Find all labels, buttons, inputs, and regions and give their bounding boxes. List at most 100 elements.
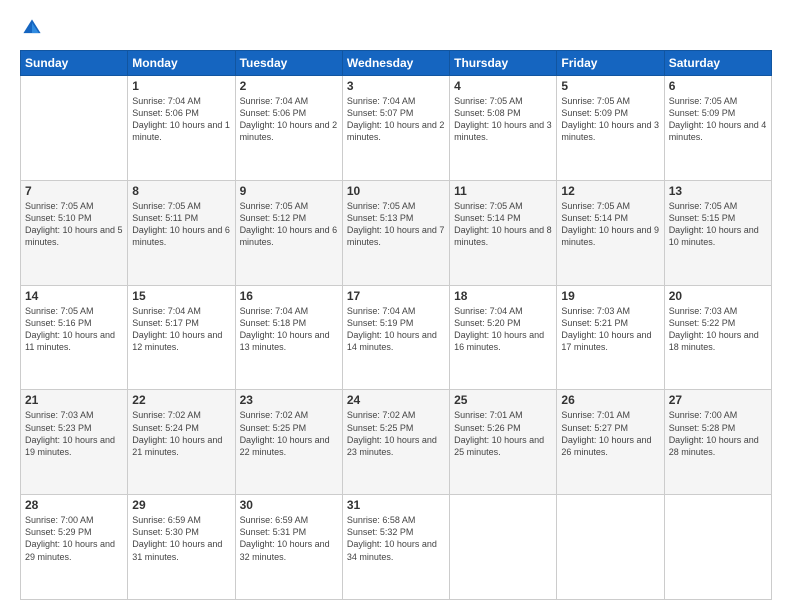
day-detail: Sunrise: 7:04 AMSunset: 5:06 PMDaylight:… <box>132 95 230 144</box>
calendar-cell: 29 Sunrise: 6:59 AMSunset: 5:30 PMDayligh… <box>128 495 235 600</box>
calendar-cell: 12 Sunrise: 7:05 AMSunset: 5:14 PMDayligh… <box>557 180 664 285</box>
day-detail: Sunrise: 6:59 AMSunset: 5:30 PMDaylight:… <box>132 514 230 563</box>
day-detail: Sunrise: 7:05 AMSunset: 5:09 PMDaylight:… <box>669 95 767 144</box>
day-number: 8 <box>132 184 230 198</box>
logo-icon <box>20 16 44 40</box>
day-number: 13 <box>669 184 767 198</box>
calendar-cell: 1 Sunrise: 7:04 AMSunset: 5:06 PMDaylight… <box>128 76 235 181</box>
calendar-body: 1 Sunrise: 7:04 AMSunset: 5:06 PMDaylight… <box>21 76 772 600</box>
day-number: 12 <box>561 184 659 198</box>
day-detail: Sunrise: 7:03 AMSunset: 5:22 PMDaylight:… <box>669 305 767 354</box>
calendar-cell <box>557 495 664 600</box>
day-detail: Sunrise: 7:02 AMSunset: 5:25 PMDaylight:… <box>347 409 445 458</box>
day-detail: Sunrise: 7:05 AMSunset: 5:16 PMDaylight:… <box>25 305 123 354</box>
calendar-week-row: 1 Sunrise: 7:04 AMSunset: 5:06 PMDaylight… <box>21 76 772 181</box>
day-number: 6 <box>669 79 767 93</box>
day-number: 24 <box>347 393 445 407</box>
day-detail: Sunrise: 7:05 AMSunset: 5:10 PMDaylight:… <box>25 200 123 249</box>
calendar-cell: 2 Sunrise: 7:04 AMSunset: 5:06 PMDaylight… <box>235 76 342 181</box>
day-detail: Sunrise: 6:59 AMSunset: 5:31 PMDaylight:… <box>240 514 338 563</box>
calendar-cell: 17Sunrise: 7:04 AMSunset: 5:19 PMDayligh… <box>342 285 449 390</box>
day-detail: Sunrise: 7:05 AMSunset: 5:15 PMDaylight:… <box>669 200 767 249</box>
day-number: 31 <box>347 498 445 512</box>
calendar-cell <box>450 495 557 600</box>
day-number: 1 <box>132 79 230 93</box>
day-number: 28 <box>25 498 123 512</box>
logo <box>20 16 48 40</box>
calendar-cell: 8Sunrise: 7:05 AMSunset: 5:11 PMDaylight… <box>128 180 235 285</box>
calendar-cell: 31 Sunrise: 6:58 AMSunset: 5:32 PMDayligh… <box>342 495 449 600</box>
day-number: 15 <box>132 289 230 303</box>
day-detail: Sunrise: 6:58 AMSunset: 5:32 PMDaylight:… <box>347 514 445 563</box>
day-detail: Sunrise: 7:03 AMSunset: 5:23 PMDaylight:… <box>25 409 123 458</box>
calendar-cell: 25 Sunrise: 7:01 AMSunset: 5:26 PMDayligh… <box>450 390 557 495</box>
day-detail: Sunrise: 7:05 AMSunset: 5:14 PMDaylight:… <box>561 200 659 249</box>
calendar-cell: 7Sunrise: 7:05 AMSunset: 5:10 PMDaylight… <box>21 180 128 285</box>
day-detail: Sunrise: 7:04 AMSunset: 5:19 PMDaylight:… <box>347 305 445 354</box>
calendar-table: SundayMondayTuesdayWednesdayThursdayFrid… <box>20 50 772 600</box>
calendar-cell: 3Sunrise: 7:04 AMSunset: 5:07 PMDaylight… <box>342 76 449 181</box>
calendar-cell: 26Sunrise: 7:01 AMSunset: 5:27 PMDayligh… <box>557 390 664 495</box>
day-detail: Sunrise: 7:04 AMSunset: 5:07 PMDaylight:… <box>347 95 445 144</box>
day-detail: Sunrise: 7:05 AMSunset: 5:09 PMDaylight:… <box>561 95 659 144</box>
day-detail: Sunrise: 7:03 AMSunset: 5:21 PMDaylight:… <box>561 305 659 354</box>
weekday-header-cell: Friday <box>557 51 664 76</box>
day-number: 4 <box>454 79 552 93</box>
calendar-cell: 24 Sunrise: 7:02 AMSunset: 5:25 PMDayligh… <box>342 390 449 495</box>
day-number: 21 <box>25 393 123 407</box>
calendar-week-row: 7Sunrise: 7:05 AMSunset: 5:10 PMDaylight… <box>21 180 772 285</box>
day-number: 29 <box>132 498 230 512</box>
day-number: 14 <box>25 289 123 303</box>
calendar-cell: 30 Sunrise: 6:59 AMSunset: 5:31 PMDayligh… <box>235 495 342 600</box>
calendar-week-row: 14 Sunrise: 7:05 AMSunset: 5:16 PMDayligh… <box>21 285 772 390</box>
day-number: 11 <box>454 184 552 198</box>
day-detail: Sunrise: 7:02 AMSunset: 5:25 PMDaylight:… <box>240 409 338 458</box>
day-detail: Sunrise: 7:04 AMSunset: 5:20 PMDaylight:… <box>454 305 552 354</box>
calendar-cell: 21 Sunrise: 7:03 AMSunset: 5:23 PMDayligh… <box>21 390 128 495</box>
day-detail: Sunrise: 7:05 AMSunset: 5:12 PMDaylight:… <box>240 200 338 249</box>
day-number: 27 <box>669 393 767 407</box>
calendar-cell: 9Sunrise: 7:05 AMSunset: 5:12 PMDaylight… <box>235 180 342 285</box>
calendar-cell: 28 Sunrise: 7:00 AMSunset: 5:29 PMDayligh… <box>21 495 128 600</box>
weekday-header-cell: Sunday <box>21 51 128 76</box>
day-detail: Sunrise: 7:04 AMSunset: 5:18 PMDaylight:… <box>240 305 338 354</box>
calendar-cell: 15 Sunrise: 7:04 AMSunset: 5:17 PMDayligh… <box>128 285 235 390</box>
calendar-cell: 13 Sunrise: 7:05 AMSunset: 5:15 PMDayligh… <box>664 180 771 285</box>
day-number: 22 <box>132 393 230 407</box>
day-detail: Sunrise: 7:04 AMSunset: 5:06 PMDaylight:… <box>240 95 338 144</box>
calendar-week-row: 28 Sunrise: 7:00 AMSunset: 5:29 PMDayligh… <box>21 495 772 600</box>
day-number: 19 <box>561 289 659 303</box>
day-number: 25 <box>454 393 552 407</box>
day-detail: Sunrise: 7:04 AMSunset: 5:17 PMDaylight:… <box>132 305 230 354</box>
day-detail: Sunrise: 7:00 AMSunset: 5:28 PMDaylight:… <box>669 409 767 458</box>
day-number: 2 <box>240 79 338 93</box>
day-detail: Sunrise: 7:05 AMSunset: 5:14 PMDaylight:… <box>454 200 552 249</box>
calendar-cell: 20 Sunrise: 7:03 AMSunset: 5:22 PMDayligh… <box>664 285 771 390</box>
calendar-cell: 11 Sunrise: 7:05 AMSunset: 5:14 PMDayligh… <box>450 180 557 285</box>
day-detail: Sunrise: 7:00 AMSunset: 5:29 PMDaylight:… <box>25 514 123 563</box>
day-number: 20 <box>669 289 767 303</box>
weekday-header-cell: Wednesday <box>342 51 449 76</box>
calendar-page: SundayMondayTuesdayWednesdayThursdayFrid… <box>0 0 792 612</box>
calendar-cell <box>664 495 771 600</box>
day-number: 30 <box>240 498 338 512</box>
day-detail: Sunrise: 7:01 AMSunset: 5:27 PMDaylight:… <box>561 409 659 458</box>
day-number: 5 <box>561 79 659 93</box>
calendar-cell: 27 Sunrise: 7:00 AMSunset: 5:28 PMDayligh… <box>664 390 771 495</box>
day-detail: Sunrise: 7:02 AMSunset: 5:24 PMDaylight:… <box>132 409 230 458</box>
calendar-cell: 10Sunrise: 7:05 AMSunset: 5:13 PMDayligh… <box>342 180 449 285</box>
calendar-cell: 18Sunrise: 7:04 AMSunset: 5:20 PMDayligh… <box>450 285 557 390</box>
day-detail: Sunrise: 7:05 AMSunset: 5:13 PMDaylight:… <box>347 200 445 249</box>
calendar-cell: 22 Sunrise: 7:02 AMSunset: 5:24 PMDayligh… <box>128 390 235 495</box>
calendar-cell: 23 Sunrise: 7:02 AMSunset: 5:25 PMDayligh… <box>235 390 342 495</box>
calendar-week-row: 21 Sunrise: 7:03 AMSunset: 5:23 PMDayligh… <box>21 390 772 495</box>
day-detail: Sunrise: 7:01 AMSunset: 5:26 PMDaylight:… <box>454 409 552 458</box>
weekday-header-cell: Saturday <box>664 51 771 76</box>
calendar-cell: 19 Sunrise: 7:03 AMSunset: 5:21 PMDayligh… <box>557 285 664 390</box>
calendar-cell: 6 Sunrise: 7:05 AMSunset: 5:09 PMDaylight… <box>664 76 771 181</box>
weekday-header-cell: Tuesday <box>235 51 342 76</box>
header <box>20 16 772 40</box>
weekday-header-row: SundayMondayTuesdayWednesdayThursdayFrid… <box>21 51 772 76</box>
day-number: 23 <box>240 393 338 407</box>
calendar-cell: 16Sunrise: 7:04 AMSunset: 5:18 PMDayligh… <box>235 285 342 390</box>
